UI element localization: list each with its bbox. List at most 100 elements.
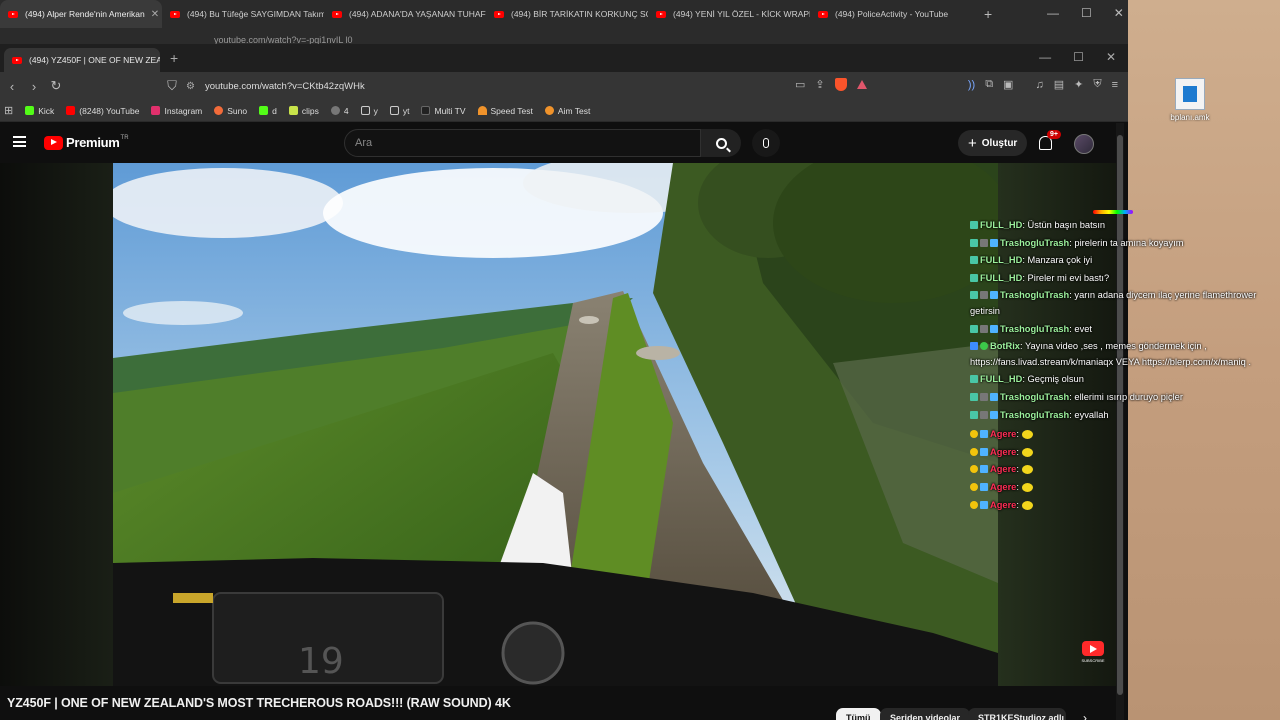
chip-series-videos[interactable]: Seriden videolar — [880, 708, 971, 720]
bookmark-instagram[interactable]: Instagram — [151, 106, 202, 116]
shield-badge-icon — [980, 410, 988, 419]
youtube-favicon-icon — [8, 10, 18, 18]
audio-icon[interactable]: )) — [968, 79, 975, 91]
shield-badge-icon — [980, 392, 988, 401]
verified-icon — [980, 342, 988, 351]
stream-chat-overlay: FULL_HD: Üstün başın batsın TrashogluTra… — [970, 217, 1280, 514]
background-browser-window: (494) Alper Rende'nin Amerikan ✕ (494) Bu… — [0, 0, 1128, 48]
sidebar-icon[interactable]: ▣ — [1003, 78, 1013, 91]
subscribe-watermark-button[interactable]: SUBSCRIBE — [1080, 641, 1106, 669]
kick-icon — [25, 106, 35, 115]
cast-icon[interactable]: ▭ — [795, 78, 805, 91]
search-icon — [715, 137, 727, 149]
hamburger-menu-icon[interactable] — [13, 136, 26, 147]
address-actions: ▭ ⇪ — [795, 78, 867, 91]
new-tab-icon[interactable]: + — [984, 6, 992, 22]
minimize-icon[interactable]: — — [1047, 6, 1059, 20]
shield-badge-icon — [980, 324, 988, 333]
chat-message: Agere: — [970, 426, 1280, 444]
background-tab[interactable]: (494) ADANA'DA YAŞANAN TUHAF O — [324, 0, 486, 28]
badge-icon — [970, 273, 978, 282]
diamond-badge-icon — [980, 447, 988, 456]
background-tab[interactable]: (494) PoliceActivity - YouTube — [810, 0, 972, 28]
apps-grid-icon[interactable]: ⊞ — [4, 104, 13, 117]
close-window-icon[interactable]: ✕ — [1114, 6, 1124, 20]
avatar[interactable] — [1074, 134, 1094, 154]
window-controls: — ☐ ✕ — [1047, 6, 1124, 20]
close-tab-icon[interactable]: ✕ — [145, 9, 159, 20]
gift-badge-icon — [970, 482, 978, 491]
maximize-icon[interactable]: ☐ — [1073, 50, 1084, 64]
bookmark-icon[interactable]: ⛉ — [162, 78, 182, 94]
video-player[interactable]: 19 — [0, 163, 1116, 686]
chat-message: FULL_HD: Manzara çok iyi — [970, 252, 1280, 270]
player-letterbox-left — [0, 163, 113, 686]
site-info-icon[interactable]: ⚙ — [186, 81, 195, 92]
background-tab[interactable]: (494) Bu Tüfeğe SAYGIMDAN Takım — [162, 0, 324, 28]
minimize-icon[interactable]: — — [1039, 50, 1051, 64]
diamond-badge-icon — [980, 482, 988, 491]
svg-text:19: 19 — [298, 641, 344, 682]
bookmark-youtube[interactable]: (8248) YouTube — [66, 106, 139, 116]
chat-message: Agere: — [970, 497, 1280, 515]
bookmark-multi-tv[interactable]: Multi TV — [421, 106, 466, 116]
screen: bplanı.amk (494) Alper Rende'nin Amerika… — [0, 0, 1280, 720]
badge-icon — [970, 375, 978, 384]
bookmark-clips[interactable]: clips — [288, 106, 319, 116]
search-button[interactable] — [701, 129, 741, 157]
youtube-favicon-icon — [332, 10, 342, 18]
back-icon[interactable]: ‹ — [2, 79, 22, 94]
bookmark-folder-y[interactable]: y — [360, 106, 378, 116]
close-window-icon[interactable]: ✕ — [1106, 50, 1116, 64]
bookmark-aim-test[interactable]: Aim Test — [544, 106, 590, 116]
badge-icon — [970, 256, 978, 265]
voice-search-button[interactable] — [752, 129, 780, 157]
share-icon[interactable]: ⇪ — [815, 78, 824, 91]
file-icon — [1175, 78, 1205, 110]
chat-message: TrashogluTrash: eyvallah — [970, 407, 1280, 425]
video-frame[interactable]: 19 — [113, 163, 998, 686]
desktop-file-label: bplanı.amk — [1170, 113, 1210, 122]
chat-message: FULL_HD: Üstün başın batsın — [970, 217, 1280, 235]
background-tab-strip: (494) Alper Rende'nin Amerikan ✕ (494) Bu… — [0, 0, 1128, 28]
youtube-premium-logo[interactable]: Premium TR — [44, 135, 129, 150]
bookmark-kick[interactable]: Kick — [25, 106, 54, 116]
search-input[interactable]: Ara — [344, 129, 701, 157]
background-tab[interactable]: (494) YENİ YIL ÖZEL - KİCK WRAPPED — [648, 0, 810, 28]
address-bar[interactable]: ⚙ youtube.com/watch?v=CKtb42zqWHk — [186, 77, 886, 95]
new-tab-icon[interactable]: + — [170, 50, 178, 66]
background-tab[interactable]: (494) Alper Rende'nin Amerikan ✕ — [0, 0, 162, 28]
music-icon[interactable]: ♫ — [1035, 79, 1043, 91]
diamond-badge-icon — [980, 500, 988, 509]
background-tab[interactable]: (494) BİR TARİKATIN KORKUNÇ SONU — [486, 0, 648, 28]
forward-icon[interactable]: › — [24, 79, 44, 94]
reload-icon[interactable]: ↻ — [46, 78, 66, 94]
extensions-icon[interactable]: ⧉ — [985, 78, 993, 91]
emote-icon — [1021, 465, 1033, 475]
tv-icon — [421, 106, 431, 115]
leo-icon[interactable]: ✦ — [1074, 78, 1083, 91]
diamond-badge-icon — [990, 238, 998, 247]
youtube-favicon-icon — [170, 10, 180, 18]
desktop-file-icon[interactable]: bplanı.amk — [1165, 78, 1215, 122]
maximize-icon[interactable]: ☐ — [1081, 6, 1092, 20]
active-tab[interactable]: (494) YZ450F | ONE OF NEW ZEALAND✕ — [4, 48, 160, 72]
bookmark-speed-test[interactable]: Speed Test — [477, 106, 533, 116]
clips-icon — [288, 106, 298, 115]
bookmark-4[interactable]: 4 — [330, 106, 349, 116]
create-button[interactable]: + Oluştur — [958, 130, 1028, 156]
chip-all[interactable]: Tümü — [836, 708, 881, 720]
brave-rewards-icon[interactable] — [856, 80, 867, 89]
bookmark-d[interactable]: d — [259, 106, 277, 116]
badge-icon — [970, 410, 978, 419]
brave-shields-icon[interactable] — [834, 78, 847, 91]
menu-icon[interactable]: ≡ — [1112, 79, 1118, 91]
chevron-right-icon[interactable]: › — [1083, 711, 1087, 720]
vpn-icon[interactable]: ⛨ — [1093, 78, 1101, 91]
wallet-icon[interactable]: ▤ — [1054, 78, 1064, 91]
chip-channel[interactable]: STR1KEStudioz adlı — [968, 708, 1066, 720]
bookmark-suno[interactable]: Suno — [214, 106, 247, 116]
youtube-logo-icon — [44, 135, 63, 150]
bookmark-folder-yt[interactable]: yt — [389, 106, 409, 116]
badge-icon — [970, 392, 978, 401]
